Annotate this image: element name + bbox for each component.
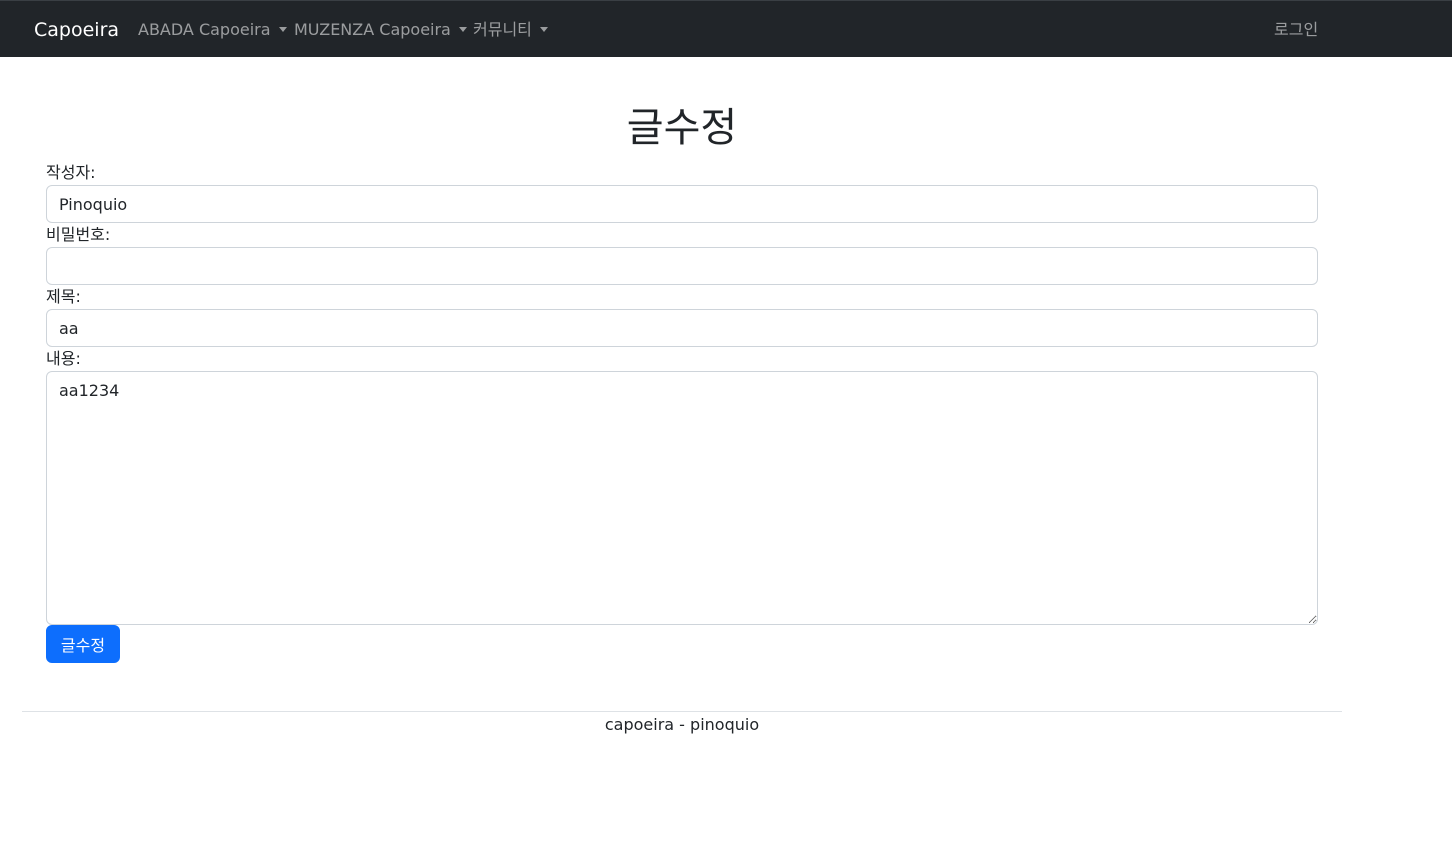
footer-text: capoeira - pinoquio [604,715,760,734]
subject-input[interactable] [46,309,1318,347]
nav-dropdown-community-label: 커뮤니티 [473,20,532,39]
nav-dropdown-muzenza[interactable]: MUZENZA Capoeira [294,19,467,41]
content-label: 내용: [46,349,81,368]
author-input[interactable] [46,185,1318,223]
nav-dropdown-abada-label: ABADA Capoeira [138,20,271,39]
caret-down-icon [539,27,548,32]
password-input[interactable] [46,247,1318,285]
nav-dropdown-abada[interactable]: ABADA Capoeira [138,19,287,41]
caret-down-icon [458,27,467,32]
page-title: 글수정 [626,105,738,151]
content-textarea[interactable]: aa1234 [46,371,1318,625]
top-navbar: Capoeira ABADA Capoeira MUZENZA Capoeira… [0,0,1452,57]
subject-label: 제목: [46,287,81,306]
login-link[interactable]: 로그인 [1274,19,1318,41]
nav-dropdown-muzenza-label: MUZENZA Capoeira [294,20,451,39]
password-label: 비밀번호: [46,225,111,244]
footer-divider [22,711,1342,712]
caret-down-icon [278,27,287,32]
navbar-brand[interactable]: Capoeira [34,18,119,42]
submit-button[interactable]: 글수정 [46,625,120,663]
nav-dropdown-community[interactable]: 커뮤니티 [473,19,548,41]
author-label: 작성자: [46,163,96,182]
